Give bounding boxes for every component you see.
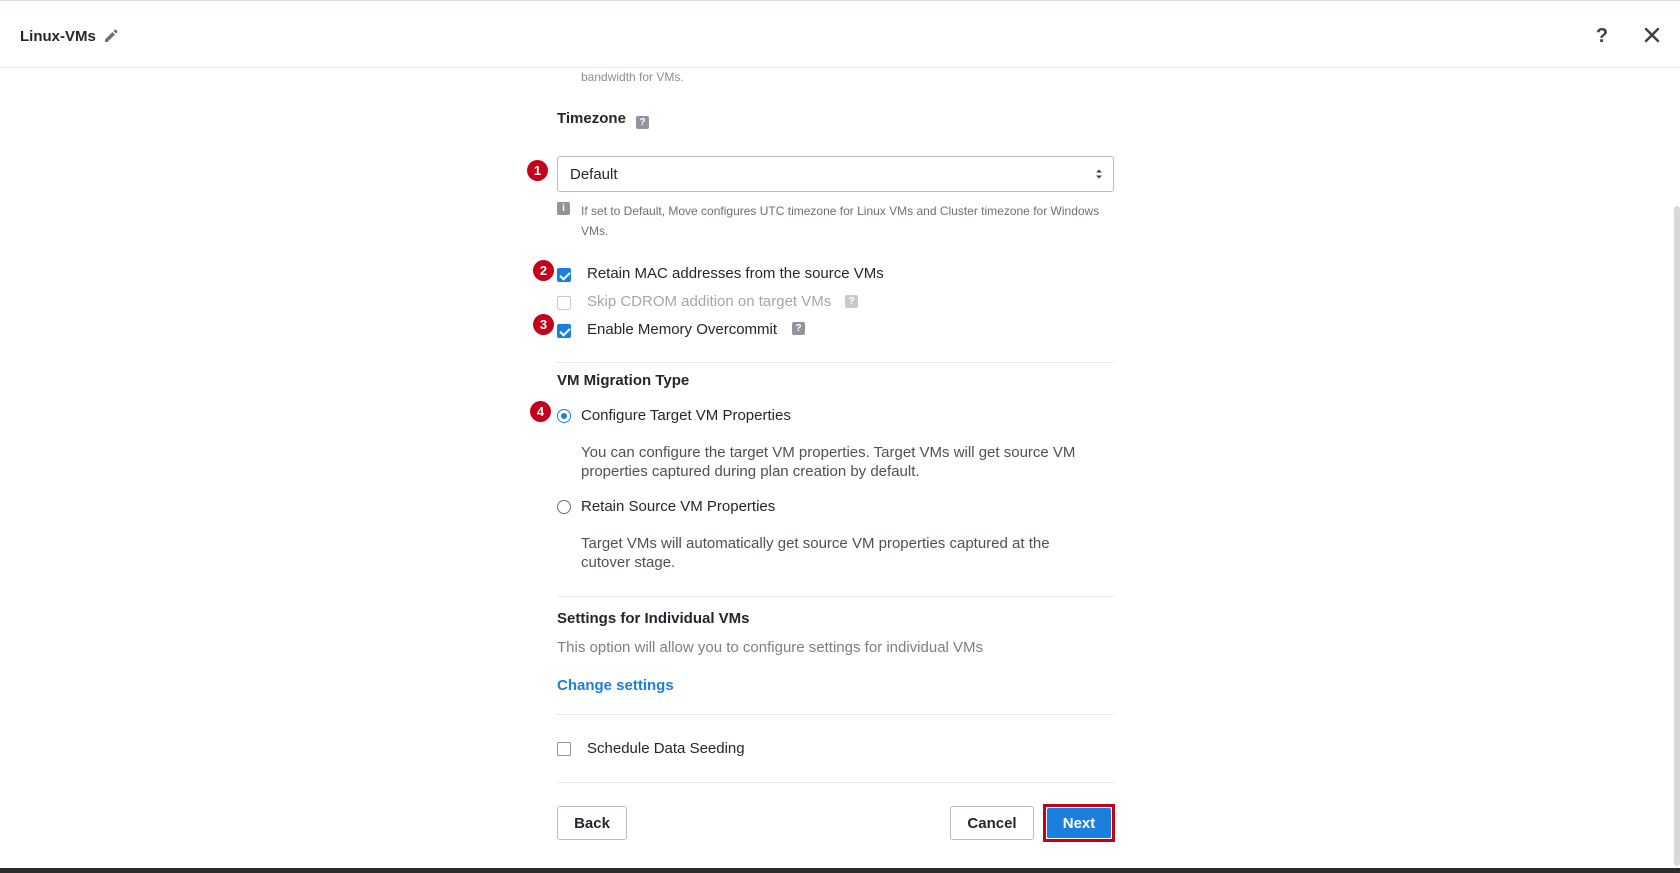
skip-cdrom-checkbox[interactable] — [557, 296, 571, 310]
change-settings-link[interactable]: Change settings — [557, 677, 674, 694]
section-divider — [557, 714, 1114, 715]
timezone-label: Timezone — [557, 110, 626, 127]
retain-mac-label: Retain MAC addresses from the source VMs — [587, 265, 884, 282]
dialog-header: Linux-VMs ? — [0, 0, 1680, 68]
step-marker-1: 1 — [527, 160, 548, 181]
timezone-select-value: Default — [570, 166, 618, 183]
timezone-select[interactable]: Default — [557, 156, 1114, 192]
help-question-icon[interactable]: ? — [845, 295, 858, 308]
move-plan-dialog: Linux-VMs ? bandwidth for VMs. Timezone … — [0, 0, 1680, 873]
pencil-icon[interactable] — [103, 28, 119, 44]
step-marker-3: 3 — [533, 314, 554, 335]
schedule-seeding-checkbox[interactable] — [557, 742, 571, 756]
retain-mac-checkbox[interactable] — [557, 268, 571, 282]
select-caret-icon — [1096, 169, 1102, 179]
bandwidth-note: bandwidth for VMs. — [581, 70, 684, 84]
cancel-button[interactable]: Cancel — [950, 806, 1034, 840]
back-button[interactable]: Back — [557, 806, 627, 840]
help-icon[interactable]: ? — [1591, 23, 1613, 49]
dialog-body: bandwidth for VMs. Timezone ? 1 Default … — [0, 68, 1666, 868]
schedule-seeding-label: Schedule Data Seeding — [587, 740, 745, 757]
retain-source-description: Target VMs will automatically get source… — [581, 535, 1050, 571]
retain-source-label: Retain Source VM Properties — [581, 498, 776, 515]
retain-source-radio[interactable] — [557, 500, 571, 514]
step-marker-2: 2 — [533, 260, 554, 281]
close-icon[interactable] — [1642, 25, 1662, 45]
configure-target-radio[interactable] — [557, 409, 571, 423]
timezone-info-text: If set to Default, Move configures UTC t… — [581, 204, 1100, 238]
section-divider — [557, 782, 1114, 783]
skip-cdrom-label: Skip CDROM addition on target VMs — [587, 293, 832, 310]
next-button[interactable]: Next — [1047, 808, 1111, 838]
step-marker-4: 4 — [530, 401, 551, 422]
help-question-icon[interactable]: ? — [792, 322, 805, 335]
memory-overcommit-label: Enable Memory Overcommit — [587, 321, 778, 338]
section-divider — [557, 362, 1114, 363]
migration-type-title: VM Migration Type — [557, 372, 690, 389]
memory-overcommit-checkbox[interactable] — [557, 324, 571, 338]
individual-settings-description: This option will allow you to configure … — [557, 639, 984, 656]
help-question-icon[interactable]: ? — [636, 116, 649, 129]
configure-target-label: Configure Target VM Properties — [581, 407, 791, 424]
plan-title: Linux-VMs — [20, 28, 96, 45]
scrollbar-thumb[interactable] — [1674, 206, 1680, 866]
section-divider — [557, 596, 1114, 597]
info-icon: i — [557, 202, 570, 215]
individual-settings-title: Settings for Individual VMs — [557, 610, 750, 627]
configure-target-description: You can configure the target VM properti… — [581, 444, 1076, 480]
bottom-edge — [0, 868, 1680, 873]
